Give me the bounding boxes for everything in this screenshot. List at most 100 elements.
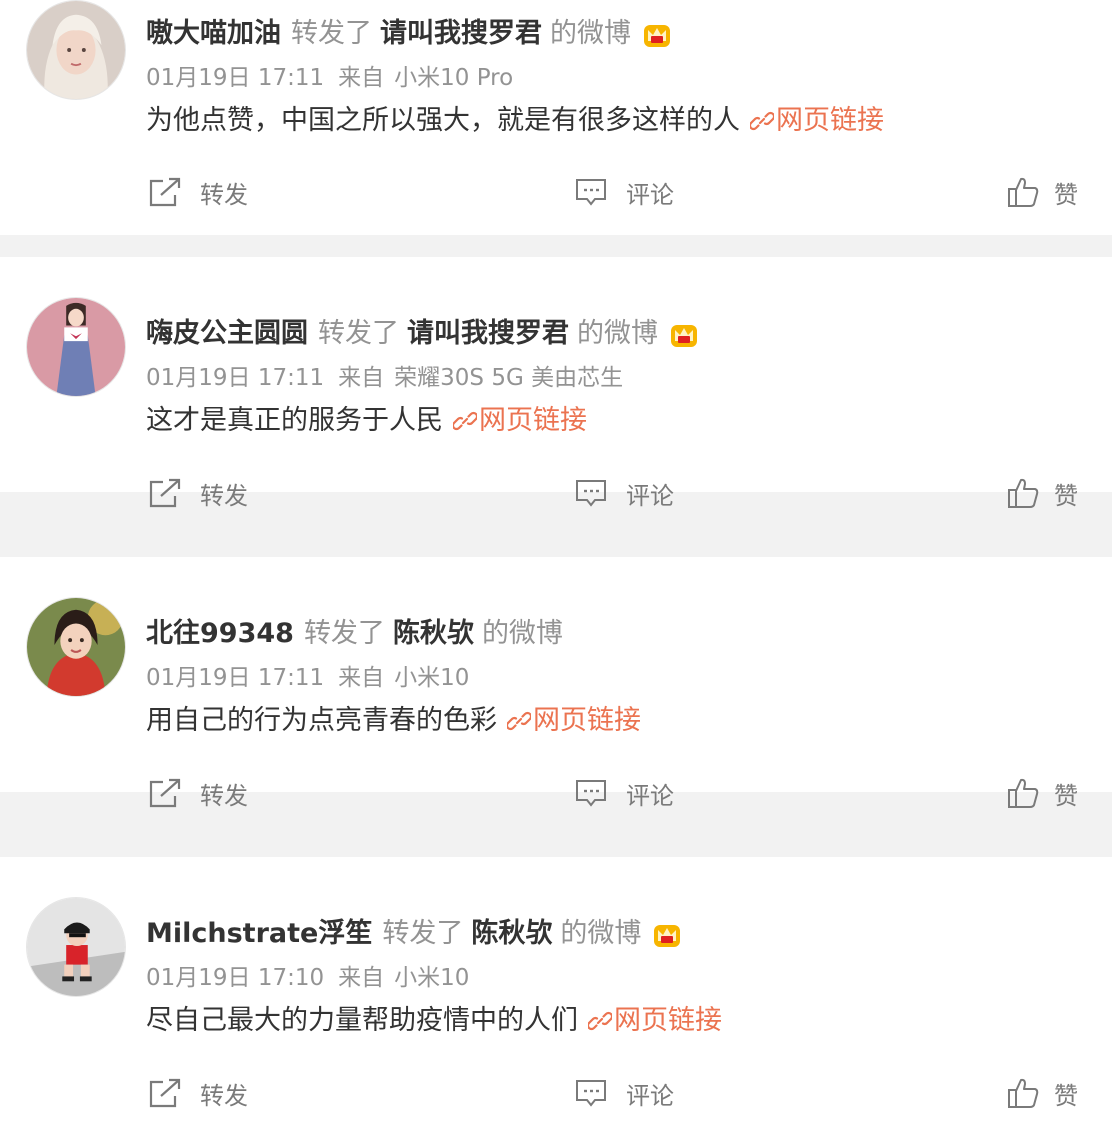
post-header: 嗷大喵加油 转发了 请叫我搜罗君 的微博 [146,14,673,54]
web-link-label: 网页链接 [776,105,884,136]
device-name: 小米10 [394,665,470,691]
device-name: 荣耀30S 5G 美由芯生 [394,365,624,391]
repost-button[interactable]: 转发 [148,763,248,823]
source-suffix: 的微博 [481,618,563,649]
source-label: 来自 [338,65,385,91]
web-link[interactable]: 网页链接 [507,700,641,742]
comment-icon [576,179,606,206]
username[interactable]: Milchstrate浮笙 [146,914,372,954]
post-time: 01月19日 17:11 [146,65,325,91]
link-icon [750,111,774,131]
post-meta: 01月19日 17:11 来自 小米10 Pro [146,62,513,94]
avatar[interactable] [26,597,126,697]
post-text: 用自己的行为点亮青春的色彩 网页链接 [146,700,641,742]
like-button[interactable]: 赞 [1006,763,1078,823]
comment-icon [576,780,606,807]
like-label: 赞 [1054,781,1078,810]
thumbs-up-icon [1008,478,1039,508]
comment-label: 评论 [626,180,674,209]
device-name: 小米10 [394,965,470,991]
avatar-image [27,298,125,396]
repost-button[interactable]: 转发 [148,463,248,523]
web-link[interactable]: 网页链接 [750,100,884,142]
comment-button[interactable]: 评论 [574,162,674,222]
web-link-label: 网页链接 [533,705,641,736]
crown-icon [644,25,670,47]
source-label: 来自 [338,965,385,991]
username[interactable]: 北往99348 [146,614,294,654]
like-label: 赞 [1054,481,1078,510]
crown-icon [654,925,681,947]
web-link-label: 网页链接 [479,405,587,436]
like-label: 赞 [1054,1081,1078,1110]
source-suffix: 的微博 [560,918,642,949]
comment-label: 评论 [626,781,674,810]
action-bar: 转发 评论 赞 [0,1063,1112,1123]
comment-button[interactable]: 评论 [574,1063,674,1123]
link-icon [453,411,477,431]
repost-label: 转发 [200,781,248,810]
source-label: 来自 [338,665,385,691]
post-text: 这才是真正的服务于人民 网页链接 [146,400,587,442]
repost-icon [149,778,181,808]
repost-card: Milchstrate浮笙 转发了 陈秋欤 的微博 01月19日 17:10 来自… [0,857,1112,1142]
source-username[interactable]: 请叫我搜罗君 [380,14,542,54]
post-meta: 01月19日 17:11 来自 小米10 [146,662,469,694]
username[interactable]: 嗷大喵加油 [146,14,281,54]
action-bar: 转发 评论 赞 [0,162,1112,222]
repost-action-text: 转发了 [303,618,385,649]
repost-card: 嗷大喵加油 转发了 请叫我搜罗君 的微博 01月19日 17:11 来自 小米10 … [0,0,1112,235]
post-meta: 01月19日 17:10 来自 小米10 [146,962,469,994]
repost-icon [149,177,181,207]
post-body: 用自己的行为点亮青春的色彩 [146,705,497,736]
avatar[interactable] [26,297,126,397]
avatar-image [27,898,125,996]
source-username[interactable]: 陈秋欤 [393,614,474,654]
comment-label: 评论 [626,1081,674,1110]
repost-action-text: 转发了 [382,918,464,949]
comment-button[interactable]: 评论 [574,463,674,523]
like-button[interactable]: 赞 [1006,463,1078,523]
thumbs-up-icon [1008,778,1039,808]
repost-card: 嗨皮公主圆圆 转发了 请叫我搜罗君 的微博 01月19日 17:11 来自 荣耀30… [0,257,1112,510]
web-link[interactable]: 网页链接 [453,400,587,442]
repost-icon [149,478,181,508]
post-header: Milchstrate浮笙 转发了 陈秋欤 的微博 [146,914,683,954]
action-bar: 转发 评论 赞 [0,763,1112,823]
avatar[interactable] [26,0,126,100]
avatar[interactable] [26,897,126,997]
username[interactable]: 嗨皮公主圆圆 [146,314,308,354]
thumbs-up-icon [1008,1078,1039,1108]
link-icon [507,711,531,731]
post-text: 尽自己最大的力量帮助疫情中的人们 网页链接 [146,1000,722,1042]
like-button[interactable]: 赞 [1006,162,1078,222]
post-body: 尽自己最大的力量帮助疫情中的人们 [146,1005,578,1036]
like-button[interactable]: 赞 [1006,1063,1078,1123]
post-header: 北往99348 转发了 陈秋欤 的微博 [146,614,571,654]
device-name: 小米10 Pro [394,65,514,91]
thumbs-up-icon [1008,177,1039,207]
comment-label: 评论 [626,481,674,510]
post-body: 这才是真正的服务于人民 [146,405,443,436]
repost-label: 转发 [200,180,248,209]
avatar-image [27,598,125,696]
repost-action-text: 转发了 [291,18,372,49]
like-label: 赞 [1054,180,1078,209]
web-link[interactable]: 网页链接 [588,1000,722,1042]
comment-icon [576,480,606,507]
source-username[interactable]: 陈秋欤 [471,914,552,954]
weibo-repost-feed: 嗷大喵加油 转发了 请叫我搜罗君 的微博 01月19日 17:11 来自 小米10 … [0,0,1112,1142]
post-time: 01月19日 17:11 [146,665,325,691]
repost-action-text: 转发了 [318,318,399,349]
action-bar: 转发 评论 赞 [0,463,1112,523]
source-label: 来自 [338,365,385,391]
post-text: 为他点赞，中国之所以强大，就是有很多这样的人 网页链接 [146,100,884,142]
repost-button[interactable]: 转发 [148,1063,248,1123]
comment-icon [576,1080,606,1107]
repost-button[interactable]: 转发 [148,162,248,222]
post-body: 为他点赞，中国之所以强大，就是有很多这样的人 [146,105,740,136]
repost-label: 转发 [200,1081,248,1110]
comment-button[interactable]: 评论 [574,763,674,823]
repost-label: 转发 [200,481,248,510]
source-username[interactable]: 请叫我搜罗君 [407,314,569,354]
